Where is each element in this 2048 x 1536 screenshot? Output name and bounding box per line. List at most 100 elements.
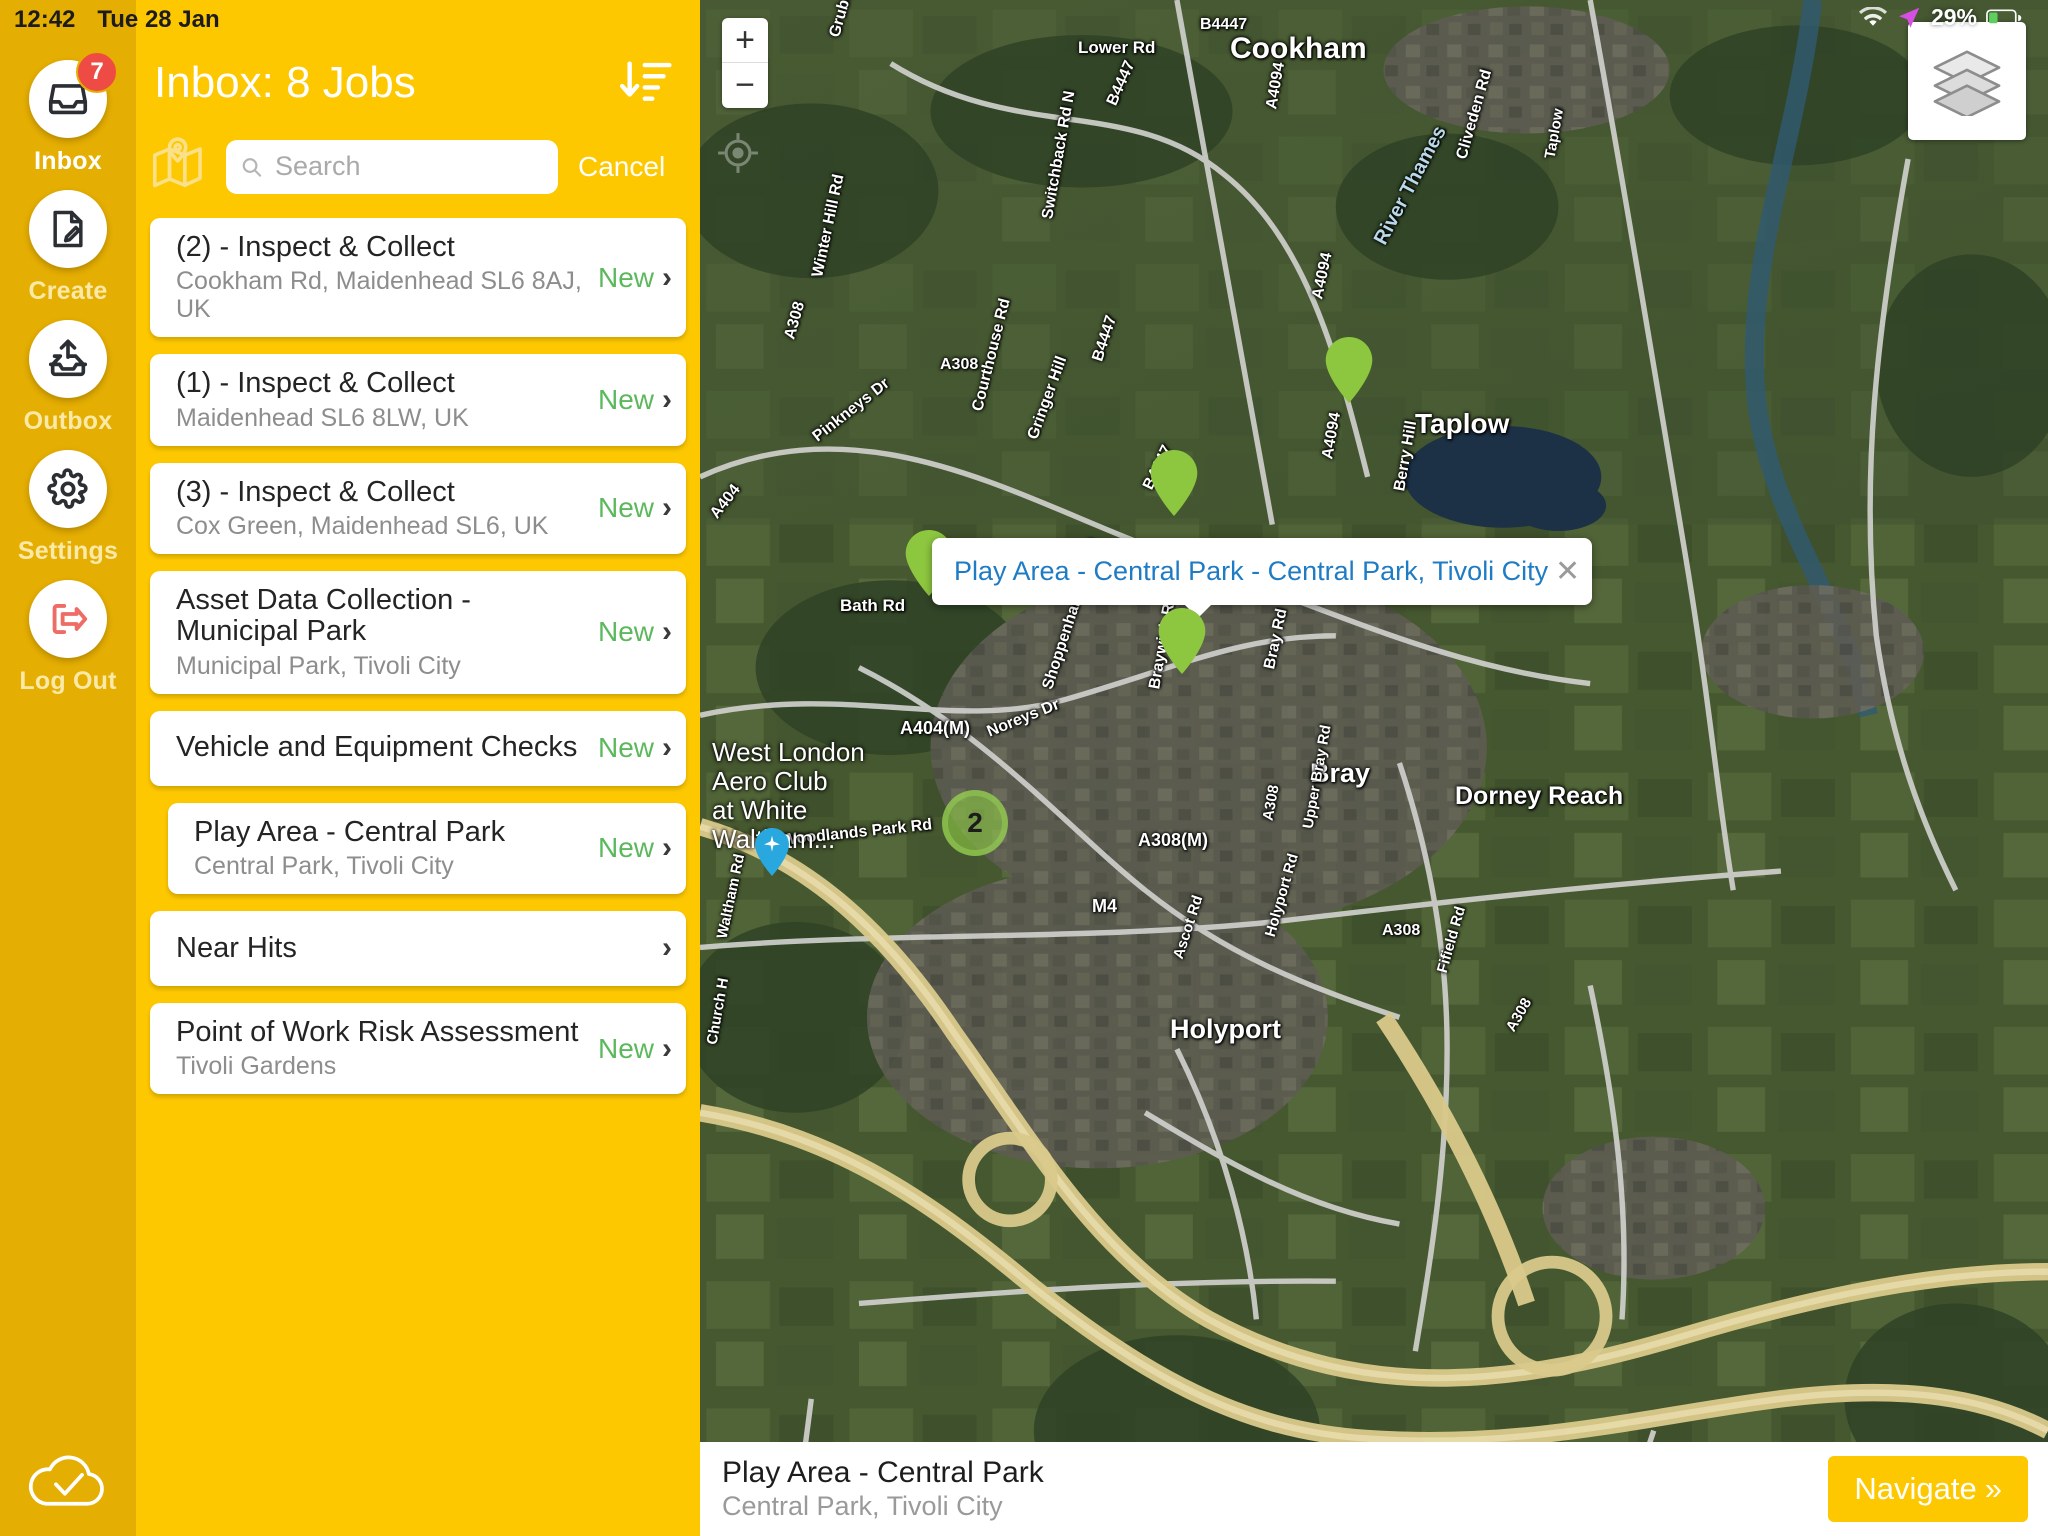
status-bar-left: 12:42 Tue 28 Jan [14, 6, 220, 34]
map-road-label: Taplow [1415, 408, 1510, 439]
outbox-upload-icon [48, 339, 88, 377]
logout-arrow-icon [52, 604, 88, 634]
map-road-label: A308 [1382, 922, 1421, 939]
map-road-label: A308(M) [1138, 830, 1209, 850]
map-road-label: Holyport [1170, 1014, 1281, 1044]
document-edit-icon-circle [29, 190, 107, 268]
chevron-right-icon: › [662, 731, 672, 765]
job-card-subtitle: Cookham Rd, Maidenhead SL6 8AJ, UK [176, 267, 582, 324]
map-road-label: Bath Rd [840, 596, 906, 615]
inbox-icon-circle: 7 [29, 51, 118, 138]
job-card[interactable]: (1) - Inspect & Collect Maidenhead SL6 8L… [150, 354, 686, 446]
job-card-right: New › [598, 1033, 672, 1065]
status-badge: New [597, 1032, 654, 1064]
status-badge: New [597, 261, 654, 293]
sidebar-item-create[interactable]: Create [28, 190, 107, 306]
double-chevron-right-icon: » [1984, 1471, 2002, 1506]
job-card-title: (1) - Inspect & Collect [176, 367, 455, 400]
status-bar-time: 12:42 [14, 6, 76, 33]
job-card-right: New › [598, 616, 672, 648]
sidebar-item-outbox[interactable]: Outbox [24, 320, 113, 436]
chevron-right-icon: › [662, 931, 672, 965]
job-card[interactable]: (3) - Inspect & Collect Cox Green, Maiden… [150, 462, 686, 554]
document-edit-icon [53, 210, 83, 248]
cancel-button[interactable]: Cancel [572, 151, 665, 183]
map-road-label: Dorney Reach [1455, 782, 1624, 810]
close-icon[interactable]: ✕ [1555, 556, 1580, 587]
chevron-right-icon: › [662, 1031, 672, 1065]
page-title: Inbox: 8 Jobs [154, 57, 416, 107]
sidebar-item-create-label: Create [28, 277, 108, 305]
map-pin-job[interactable] [1325, 337, 1373, 408]
job-card[interactable]: Play Area - Central Park Central Park, Ti… [168, 802, 686, 894]
map-zoom-in-button[interactable]: + [722, 18, 768, 63]
map-road-label: M4 [1092, 896, 1118, 916]
sidebar-item-inbox-label: Inbox [34, 147, 102, 175]
map-callout-text: Play Area - Central Park - Central Park,… [954, 556, 1549, 586]
job-panel: Inbox: 8 Jobs Search Cancel (2) - Inspec… [136, 0, 700, 1536]
map-detail-text: Play Area - Central Park Central Park, T… [722, 1456, 1828, 1522]
map-poi-label-line: at White [712, 795, 808, 826]
search-input[interactable] [275, 151, 544, 182]
job-card-title: Vehicle and Equipment Checks [176, 731, 578, 764]
navigate-button[interactable]: Navigate » [1828, 1456, 2028, 1522]
search-box[interactable] [226, 139, 558, 194]
map-poi-label-line: Aero Club [712, 766, 828, 797]
sync-status[interactable] [0, 1450, 136, 1514]
chevron-right-icon: › [662, 615, 672, 649]
chevron-right-icon: › [662, 260, 672, 294]
map-view[interactable]: Cookham Taplow Bray Dorney Reach Holyport Riv… [700, 0, 2048, 1536]
job-card-text: Near Hits [176, 932, 662, 964]
job-card-text: Point of Work Risk Assessment Tivoli Gard… [176, 1015, 598, 1080]
job-card-title: Play Area - Central Park [194, 815, 506, 848]
job-card-right: New › [598, 492, 672, 524]
navigate-button-label: Navigate [1854, 1471, 1977, 1506]
job-card[interactable]: Point of Work Risk Assessment Tivoli Gard… [150, 1002, 686, 1095]
map-cluster-marker[interactable]: 2 [942, 790, 1008, 856]
search-row: Cancel [136, 113, 700, 198]
job-card-text: (3) - Inspect & Collect Cox Green, Maiden… [176, 475, 598, 540]
map-road-label: Cookham [1230, 32, 1367, 65]
job-card-text: Vehicle and Equipment Checks [176, 731, 598, 764]
job-card[interactable]: (2) - Inspect & Collect Cookham Rd, Maide… [150, 218, 686, 338]
map-poi-label-line: West London [712, 737, 865, 767]
job-card-text: Play Area - Central Park Central Park, Ti… [194, 815, 598, 880]
job-card[interactable]: Asset Data Collection - Municipal Park Mu… [150, 570, 686, 694]
job-card-title: Point of Work Risk Assessment [176, 1015, 579, 1048]
outbox-upload-icon-circle [28, 320, 107, 398]
map-layers-button[interactable] [1908, 22, 2026, 140]
map-road-label: Lower Rd [1078, 38, 1156, 57]
job-card-right: New › [598, 384, 672, 416]
job-card-subtitle: Municipal Park, Tivoli City [176, 651, 461, 680]
chevron-right-icon: › [662, 491, 672, 525]
map-road-label: A308 [940, 356, 979, 373]
status-badge: New [597, 616, 654, 648]
status-badge: New [597, 383, 654, 415]
status-badge: New [597, 832, 654, 864]
sidebar-item-settings[interactable]: Settings [18, 450, 118, 566]
inbox-badge: 7 [76, 51, 118, 93]
app-root: 12:42 Tue 28 Jan 7 Inbox Create Outbox S… [0, 0, 2048, 1536]
job-card-title: (3) - Inspect & Collect [176, 475, 455, 508]
battery-icon [1986, 8, 2022, 26]
map-layers-icon [1933, 50, 2001, 116]
map-pin-job[interactable] [1150, 450, 1198, 521]
map-pin-selected[interactable] [1158, 608, 1206, 679]
sort-descending-icon[interactable] [618, 52, 674, 113]
job-card-text: Asset Data Collection - Municipal Park Mu… [176, 584, 598, 680]
map-callout[interactable]: Play Area - Central Park - Central Park,… [932, 538, 1593, 618]
map-fold-icon[interactable] [150, 135, 212, 198]
job-card-right: New › [598, 732, 672, 764]
locate-me-icon[interactable] [715, 130, 761, 181]
job-card[interactable]: Near Hits › [150, 910, 686, 986]
airplane-pin-icon[interactable] [755, 828, 789, 881]
map-road-label: B4447 [1200, 16, 1248, 33]
status-badge: New [597, 732, 654, 764]
job-card[interactable]: Vehicle and Equipment Checks New › [150, 710, 686, 786]
map-zoom-out-button[interactable]: − [722, 63, 768, 108]
job-card-right: › [662, 933, 672, 963]
sidebar-item-inbox[interactable]: 7 Inbox [29, 51, 118, 176]
sidebar: 12:42 Tue 28 Jan 7 Inbox Create Outbox S… [0, 0, 220, 1536]
sidebar-item-logout[interactable]: Log Out [19, 580, 116, 696]
status-bar-right: 29% [1858, 4, 2022, 31]
